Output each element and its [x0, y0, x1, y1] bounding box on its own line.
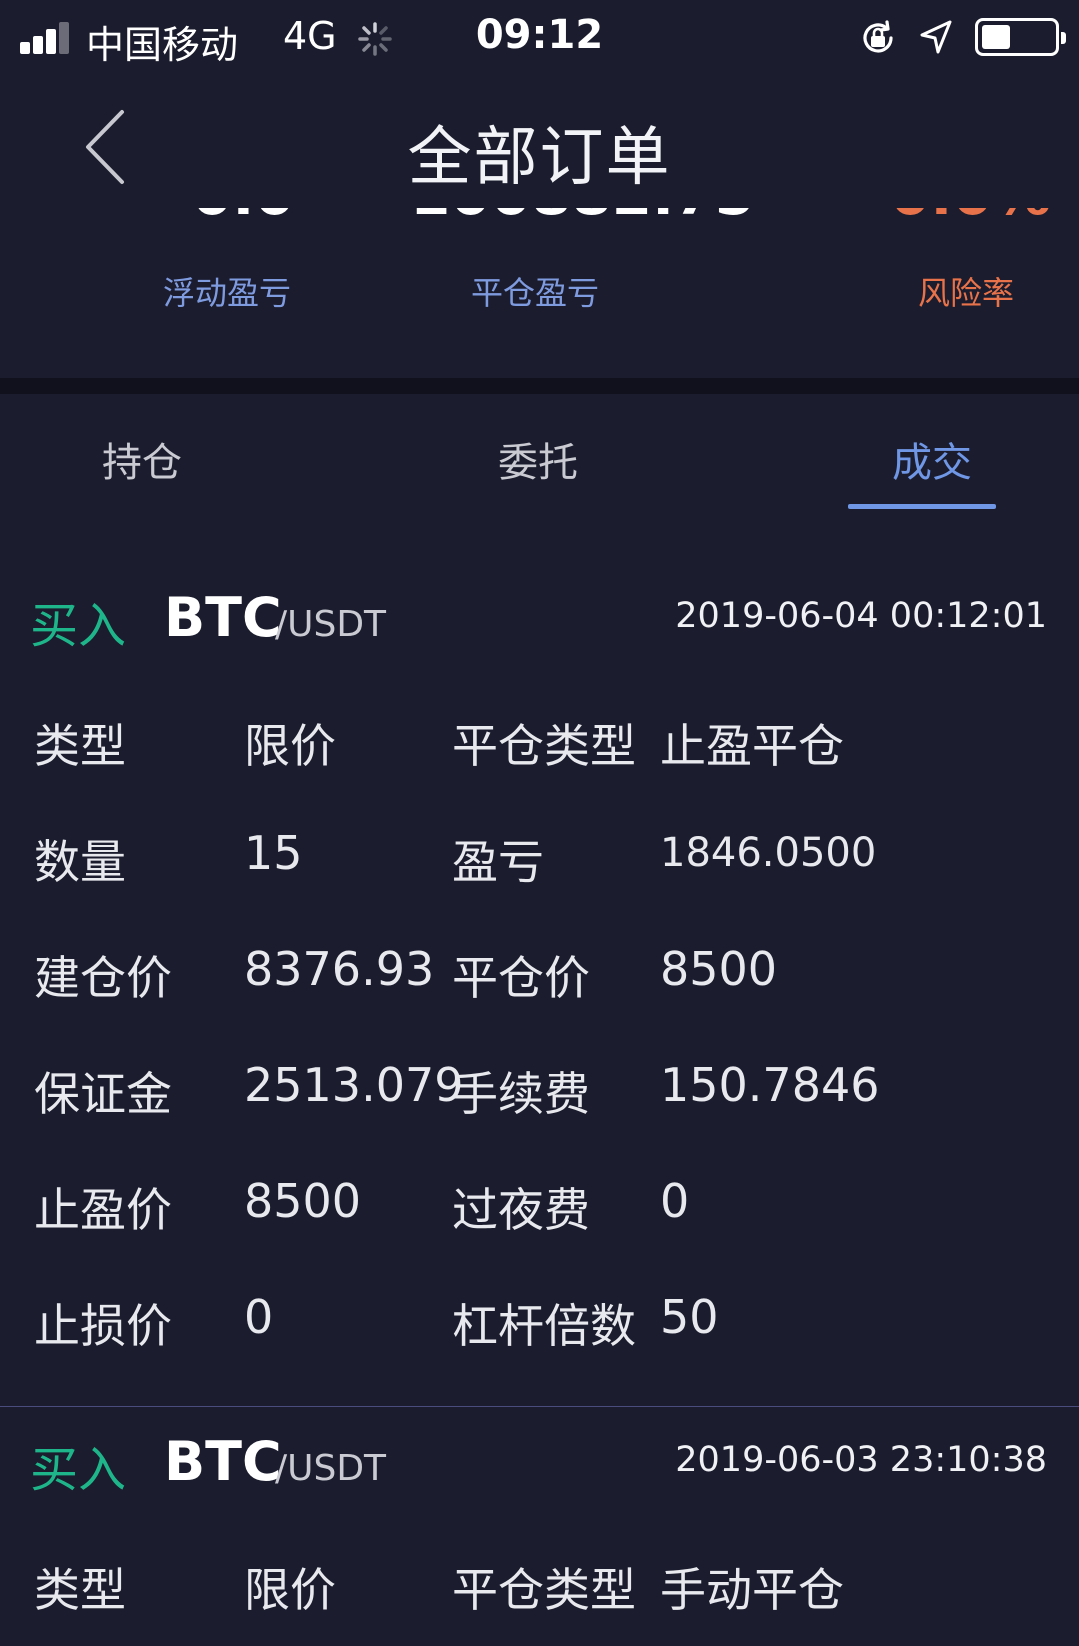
field-value: 0 [244, 1290, 274, 1344]
order-side: 买入 [30, 1442, 127, 1498]
field-label: 手续费 [452, 1067, 590, 1121]
location-icon [920, 20, 952, 54]
field-value: 50 [660, 1290, 719, 1344]
field-value: 8376.93 [244, 942, 435, 996]
status-bar: 中国移动 4G 09:12 [0, 0, 1079, 78]
tab-pending-orders[interactable]: 委托 [498, 430, 578, 488]
order-tabs: 持仓 委托 成交 [0, 394, 1079, 514]
orientation-lock-icon [863, 20, 893, 53]
section-separator [0, 378, 1079, 394]
order-time: 2019-06-04 00:12:01 [675, 596, 1047, 636]
order-quote-symbol: /USDT [275, 604, 387, 645]
nav-bar: 全部订单 [0, 78, 1079, 208]
active-tab-indicator [848, 504, 996, 509]
field-value: 2513.079 [244, 1058, 464, 1112]
field-label: 平仓类型 [452, 1563, 636, 1617]
field-value: 止盈平仓 [660, 719, 844, 773]
field-label: 类型 [34, 719, 126, 773]
floating-pnl-label: 浮动盈亏 [163, 274, 292, 312]
order-header: 买入 BTC /USDT 2019-06-04 00:12:01 [0, 586, 1079, 666]
order-quote-symbol: /USDT [275, 1448, 387, 1489]
field-value: 限价 [244, 719, 336, 773]
field-label: 平仓价 [452, 951, 590, 1005]
field-value: 8500 [244, 1174, 362, 1228]
risk-rate-label: 风险率 [918, 274, 1015, 312]
field-value: 限价 [244, 1563, 336, 1617]
field-value: 1846.0500 [660, 830, 877, 876]
tab-positions[interactable]: 持仓 [102, 430, 182, 488]
field-label: 止盈价 [34, 1183, 172, 1237]
field-label: 止损价 [34, 1299, 172, 1353]
field-label: 保证金 [34, 1067, 172, 1121]
field-value: 8500 [660, 942, 778, 996]
order-base-symbol: BTC [164, 1430, 282, 1493]
account-summary: 0.0 浮动盈亏 100882.75 平仓盈亏 0.0% 风险率 [0, 190, 1079, 378]
field-label: 过夜费 [452, 1183, 590, 1237]
order-divider [0, 1406, 1079, 1407]
field-value: 0 [660, 1174, 690, 1228]
closed-pnl-label: 平仓盈亏 [471, 274, 600, 312]
field-label: 建仓价 [34, 951, 172, 1005]
field-value: 15 [244, 826, 303, 880]
order-base-symbol: BTC [164, 586, 282, 649]
tab-filled-orders[interactable]: 成交 [892, 430, 972, 488]
field-label: 盈亏 [452, 835, 544, 889]
order-card[interactable]: 买入 BTC /USDT 2019-06-04 00:12:01 类型 限价 平… [0, 586, 1079, 1406]
field-label: 数量 [34, 835, 126, 889]
field-value: 150.7846 [660, 1058, 880, 1112]
order-header: 买入 BTC /USDT 2019-06-03 23:10:38 [0, 1430, 1079, 1510]
battery-icon [975, 18, 1066, 56]
order-side: 买入 [30, 598, 127, 654]
field-value: 手动平仓 [660, 1563, 844, 1617]
field-label: 平仓类型 [452, 719, 636, 773]
page-title: 全部订单 [407, 121, 672, 195]
field-label: 杠杆倍数 [452, 1299, 636, 1353]
order-card[interactable]: 买入 BTC /USDT 2019-06-03 23:10:38 类型 限价 平… [0, 1430, 1079, 1646]
order-time: 2019-06-03 23:10:38 [675, 1440, 1047, 1480]
field-label: 类型 [34, 1563, 126, 1617]
